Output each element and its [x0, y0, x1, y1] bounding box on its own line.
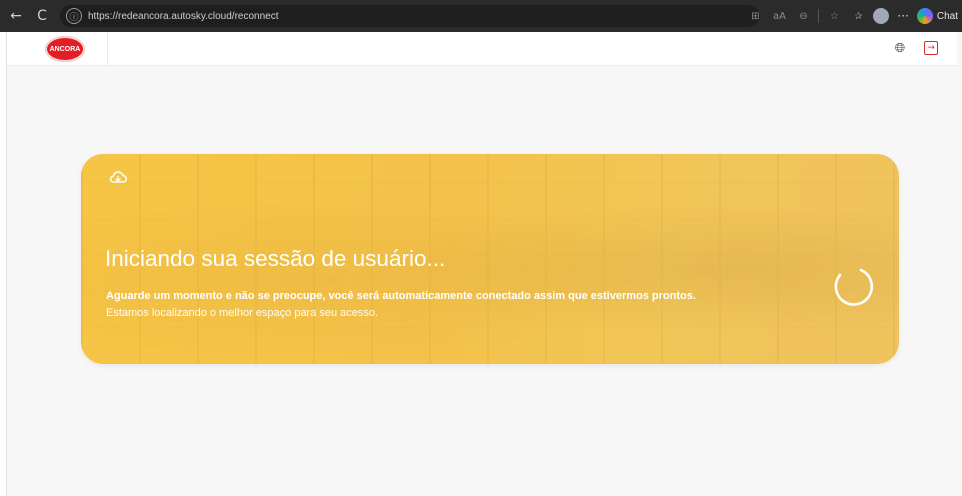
session-card: Iniciando sua sessão de usuário... Aguar…	[81, 154, 899, 364]
session-message-primary: Aguarde um momento e não se preocupe, vo…	[106, 290, 696, 302]
address-bar[interactable]: ⓘ https://redeancora.autosky.cloud/recon…	[60, 5, 760, 27]
favorite-star-icon[interactable]: ☆	[825, 7, 843, 25]
back-arrow-icon[interactable]: ←	[6, 6, 26, 26]
app-window: ANCORA 🌐︎ → Iniciando sua sessão de usuá…	[6, 32, 962, 496]
address-url[interactable]: https://redeancora.autosky.cloud/reconne…	[88, 11, 278, 22]
toolbar-separator	[818, 9, 820, 23]
read-aloud-icon[interactable]: aA	[770, 7, 788, 25]
browser-toolbar: ← C ⓘ https://redeancora.autosky.cloud/r…	[0, 0, 962, 32]
header-divider	[107, 32, 108, 66]
globe-icon[interactable]: 🌐︎	[893, 41, 907, 56]
ancora-logo: ANCORA	[45, 36, 85, 62]
more-options-icon[interactable]: ···	[897, 9, 908, 23]
favorites-list-icon[interactable]: ✰	[849, 7, 867, 25]
zoom-out-icon[interactable]: ⊖	[794, 7, 812, 25]
profile-avatar[interactable]	[873, 8, 890, 24]
cloud-sync-icon	[109, 171, 127, 183]
session-title: Iniciando sua sessão de usuário...	[105, 246, 446, 271]
session-message-secondary: Estamos localizando o melhor espaço para…	[106, 307, 379, 319]
app-header: ANCORA 🌐︎ →	[7, 32, 957, 66]
site-info-icon[interactable]: ⓘ	[66, 8, 82, 24]
grid-icon[interactable]: ⊞	[746, 7, 764, 25]
copilot-chat-button[interactable]: Chat	[916, 5, 962, 27]
reload-icon[interactable]: C	[32, 6, 52, 26]
logout-icon[interactable]: →	[924, 41, 938, 55]
loading-spinner-icon	[834, 268, 874, 306]
chat-label: Chat	[936, 10, 958, 22]
copilot-logo-icon	[916, 8, 933, 24]
browser-actions: ⊞ aA ⊖ ☆ ✰ ··· Chat	[746, 0, 962, 32]
